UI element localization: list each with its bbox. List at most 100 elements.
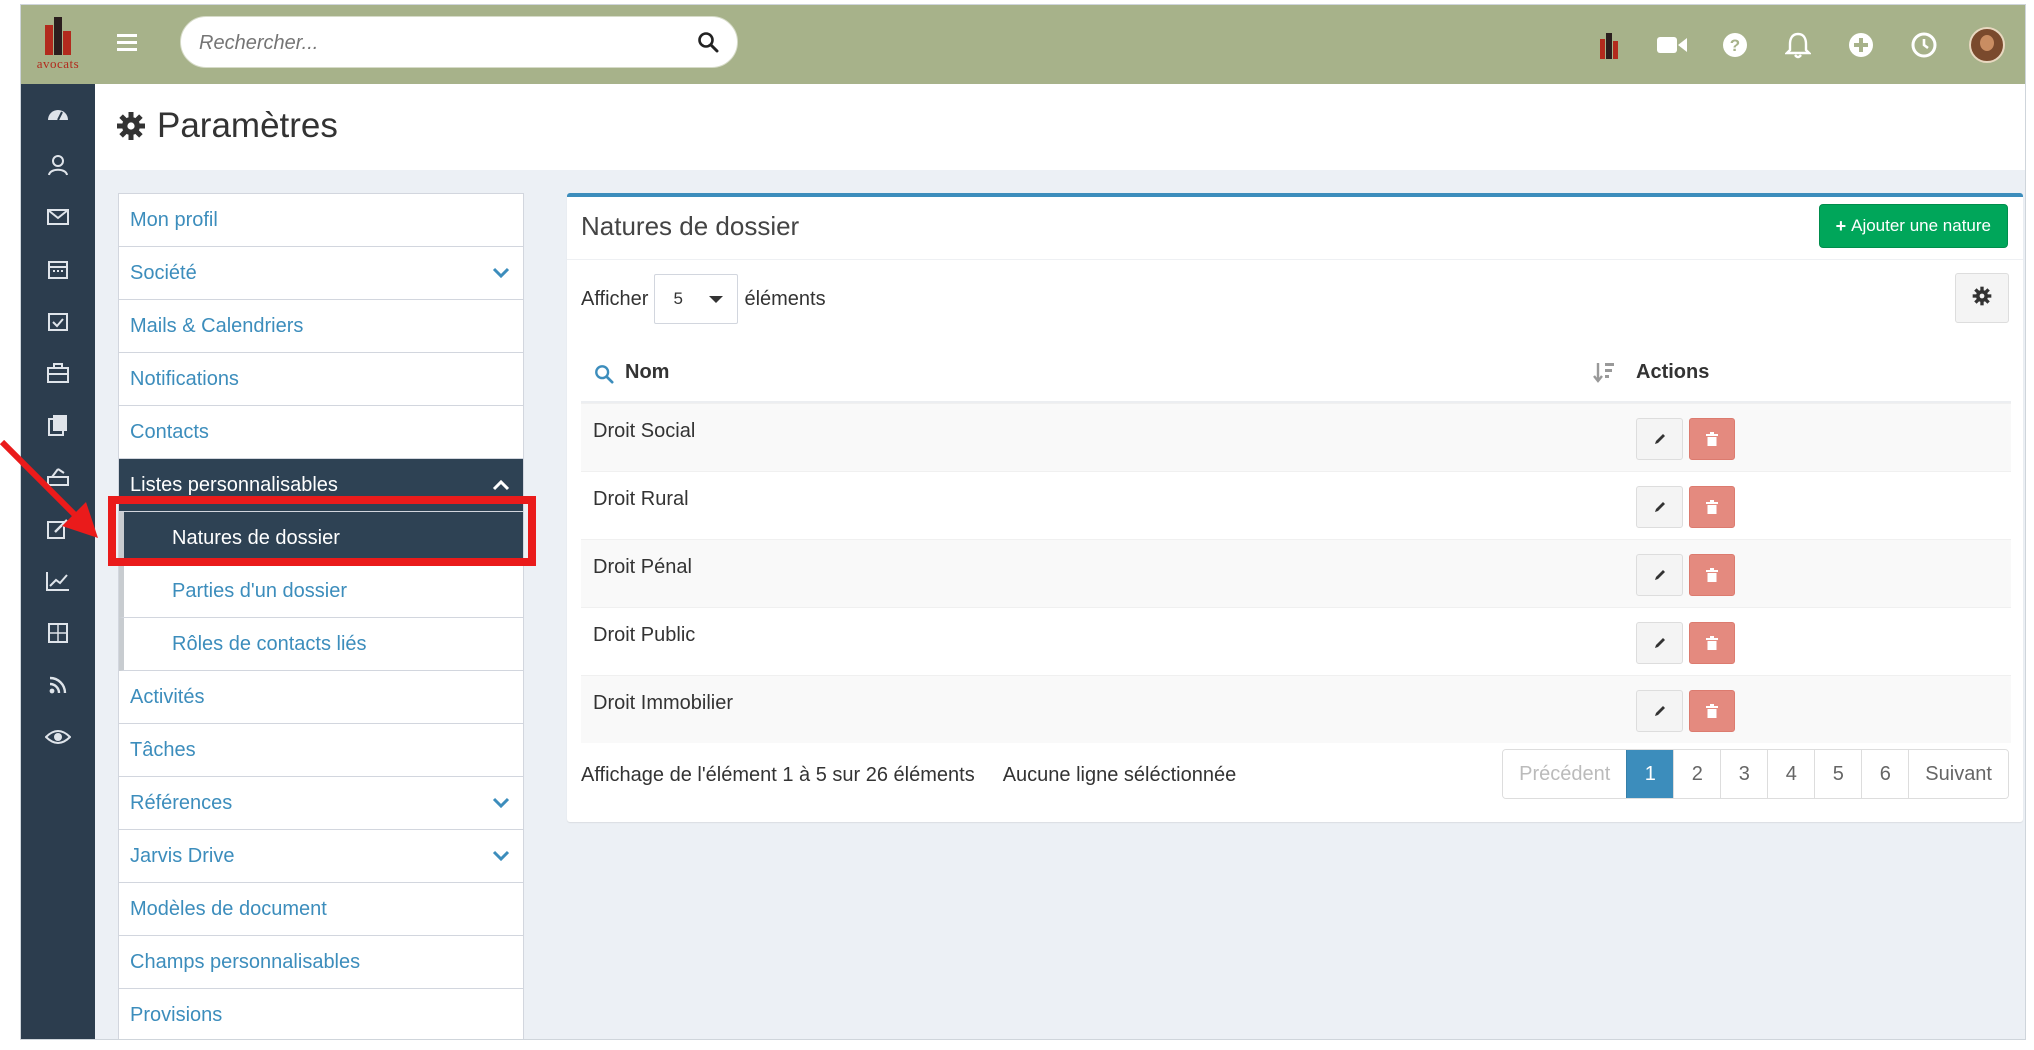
help-icon[interactable]: ? — [1715, 25, 1755, 65]
brand-icon[interactable] — [1589, 25, 1629, 65]
table-info: Affichage de l'élément 1 à 5 sur 26 élém… — [581, 764, 1236, 787]
menu-item-contacts[interactable]: Contacts — [119, 406, 523, 459]
delete-button[interactable] — [1689, 622, 1735, 664]
elements-label: éléments — [744, 287, 826, 310]
delete-button[interactable] — [1689, 554, 1735, 596]
edit-button[interactable] — [1636, 486, 1683, 528]
mail-icon[interactable] — [43, 202, 73, 232]
menu-toggle-icon[interactable] — [117, 31, 143, 57]
clock-icon[interactable] — [1904, 25, 1944, 65]
briefcase-icon[interactable] — [43, 358, 73, 388]
sort-icon[interactable] — [1593, 361, 1617, 387]
app-window: avocats ? — [20, 4, 2026, 1040]
pencil-icon — [1654, 570, 1665, 580]
plus-circle-icon[interactable] — [1841, 25, 1881, 65]
submenu-item-roles-contacts[interactable]: Rôles de contacts liés — [119, 618, 523, 671]
menu-item-societe[interactable]: Société — [119, 247, 523, 300]
delete-button[interactable] — [1689, 418, 1735, 460]
page-button[interactable]: 5 — [1814, 750, 1862, 798]
logo-wordmark: avocats — [36, 56, 80, 71]
next-page-button[interactable]: Suivant — [1908, 750, 2008, 798]
billing-icon[interactable] — [43, 462, 73, 492]
chevron-down-icon[interactable] — [491, 263, 511, 283]
page-button[interactable]: 6 — [1861, 750, 1909, 798]
pencil-icon — [1654, 502, 1665, 512]
prev-page-button[interactable]: Précédent — [1503, 750, 1627, 798]
page-button[interactable]: 1 — [1626, 750, 1674, 798]
search-icon[interactable] — [697, 31, 721, 55]
pagination-info: Affichage de l'élément 1 à 5 sur 26 élém… — [581, 764, 975, 786]
table-row[interactable]: Droit Public — [581, 607, 2011, 675]
edit-icon[interactable] — [43, 514, 73, 544]
menu-item-mails-calendriers[interactable]: Mails & Calendriers — [119, 300, 523, 353]
column-header-nom[interactable]: Nom — [625, 361, 669, 384]
edit-button[interactable] — [1636, 418, 1683, 460]
bell-icon[interactable] — [1778, 25, 1818, 65]
delete-button[interactable] — [1689, 690, 1735, 732]
table-settings-button[interactable] — [1955, 273, 2009, 323]
rss-icon[interactable] — [43, 670, 73, 700]
menu-item-modeles-document[interactable]: Modèles de document — [119, 883, 523, 936]
logo-mark — [43, 17, 73, 55]
pagination: Précédent 1 2 3 4 5 6 Suivant — [1502, 749, 2009, 799]
page-button[interactable]: 4 — [1767, 750, 1815, 798]
documents-icon[interactable] — [43, 410, 73, 440]
trash-icon — [1706, 568, 1718, 582]
row-name: Droit Pénal — [593, 556, 692, 578]
menu-item-taches[interactable]: Tâches — [119, 724, 523, 777]
page-button[interactable]: 3 — [1720, 750, 1768, 798]
submenu-item-natures-de-dossier[interactable]: Natures de dossier — [119, 512, 523, 565]
menu-item-label: Listes personnalisables — [130, 473, 338, 496]
dashboard-icon[interactable] — [43, 98, 73, 128]
trash-icon — [1706, 636, 1718, 650]
edit-button[interactable] — [1636, 622, 1683, 664]
natures-panel: Natures de dossier + Ajouter une nature … — [567, 193, 2023, 822]
menu-item-notifications[interactable]: Notifications — [119, 353, 523, 406]
top-bar: avocats ? — [21, 5, 2025, 84]
trash-icon — [1706, 704, 1718, 718]
column-search-icon[interactable] — [594, 364, 616, 386]
contacts-icon[interactable] — [43, 150, 73, 180]
menu-item-references[interactable]: Références — [119, 777, 523, 830]
app-logo[interactable]: avocats — [21, 5, 95, 84]
edit-button[interactable] — [1636, 554, 1683, 596]
table-row[interactable]: Droit Immobilier — [581, 675, 2011, 743]
user-avatar[interactable] — [1967, 25, 2007, 65]
submenu-item-parties-dossier[interactable]: Parties d'un dossier — [119, 565, 523, 618]
chevron-down-icon[interactable] — [491, 846, 511, 866]
table-header: Nom Actions — [581, 346, 2011, 403]
trash-icon — [1706, 432, 1718, 446]
chevron-down-icon[interactable] — [491, 793, 511, 813]
page-size-select[interactable]: 5 — [654, 274, 739, 324]
calendar-icon[interactable] — [43, 254, 73, 284]
chevron-up-icon[interactable] — [491, 475, 511, 495]
calculator-icon[interactable] — [43, 618, 73, 648]
menu-item-provisions[interactable]: Provisions — [119, 989, 523, 1039]
menu-item-champs-personnalisables[interactable]: Champs personnalisables — [119, 936, 523, 989]
global-search[interactable] — [180, 16, 738, 68]
row-name: Droit Public — [593, 624, 696, 646]
eye-icon[interactable] — [43, 722, 73, 752]
tasks-icon[interactable] — [43, 306, 73, 336]
table-row[interactable]: Droit Social — [581, 403, 2011, 471]
search-input[interactable] — [199, 29, 679, 57]
column-header-actions: Actions — [1636, 361, 1710, 383]
row-name: Droit Rural — [593, 488, 689, 510]
table-row[interactable]: Droit Pénal — [581, 539, 2011, 607]
menu-item-activites[interactable]: Activités — [119, 671, 523, 724]
add-nature-button[interactable]: + Ajouter une nature — [1818, 204, 2008, 248]
pencil-icon — [1654, 706, 1665, 716]
top-actions: ? — [1566, 25, 2007, 65]
menu-item-mon-profil[interactable]: Mon profil — [119, 194, 523, 247]
table-row[interactable]: Droit Rural — [581, 471, 2011, 539]
video-icon[interactable] — [1652, 25, 1692, 65]
page-button[interactable]: 2 — [1673, 750, 1721, 798]
menu-item-jarvis-drive[interactable]: Jarvis Drive — [119, 830, 523, 883]
delete-button[interactable] — [1689, 486, 1735, 528]
edit-button[interactable] — [1636, 690, 1683, 732]
content-area: Paramètres Mon profil Société Mails & Ca… — [95, 84, 2025, 1039]
show-label: Afficher — [581, 287, 649, 310]
gear-icon — [1972, 286, 1992, 311]
stats-icon[interactable] — [43, 566, 73, 596]
menu-item-listes-personnalisables[interactable]: Listes personnalisables — [119, 459, 523, 512]
